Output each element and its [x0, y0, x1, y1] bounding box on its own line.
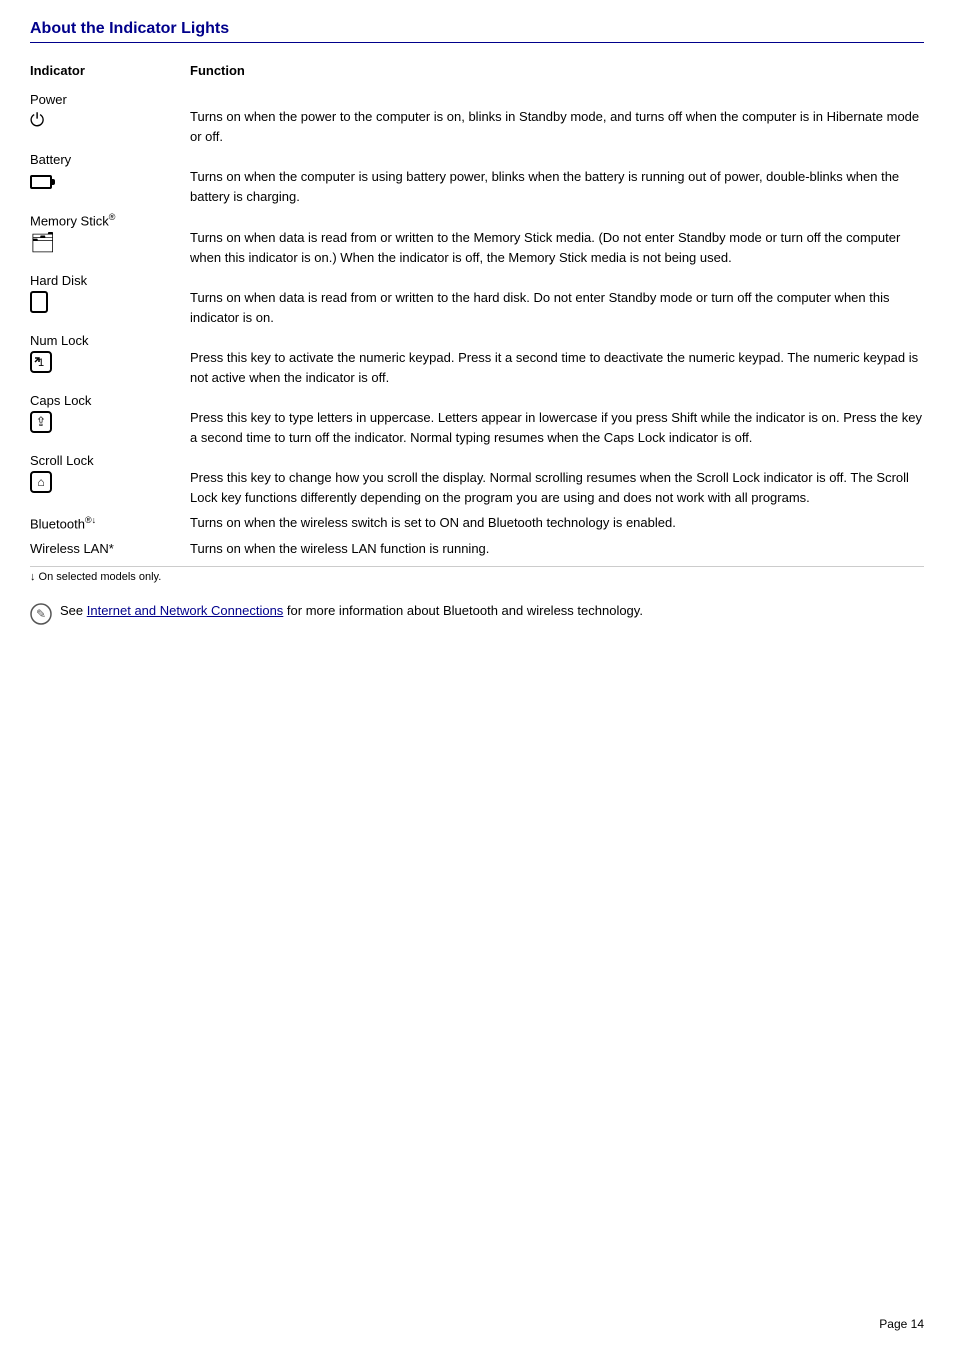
row-power: Turns on when the power to the computer … — [30, 107, 924, 146]
label-harddisk: Hard Disk — [30, 273, 924, 288]
col-function-header: Function — [190, 63, 245, 78]
icon-battery — [30, 167, 190, 192]
section-battery: Battery Turns on when the computer is us… — [30, 152, 924, 206]
label-bluetooth: Bluetooth®↓ — [30, 513, 190, 531]
svg-text:✎: ✎ — [36, 607, 46, 621]
label-scrolllock: Scroll Lock — [30, 453, 924, 468]
desc-power: Turns on when the power to the computer … — [190, 107, 924, 146]
svg-text:⇪: ⇪ — [36, 414, 47, 429]
desc-capslock: Press this key to type letters in upperc… — [190, 408, 924, 447]
section-bluetooth: Bluetooth®↓ Turns on when the wireless s… — [30, 513, 924, 533]
label-memorystick: Memory Stick® — [30, 212, 924, 228]
row-scrolllock: ⌂ Press this key to change how you scrol… — [30, 468, 924, 507]
footnote: ↓ On selected models only. — [30, 566, 924, 583]
icon-numlock: 1 — [30, 348, 190, 373]
section-harddisk: Hard Disk Turns on when data is read fro… — [30, 273, 924, 327]
label-power: Power — [30, 92, 924, 107]
section-numlock: Num Lock 1 Press this key to activate th… — [30, 333, 924, 387]
row-harddisk: Turns on when data is read from or writt… — [30, 288, 924, 327]
col-indicator-header: Indicator — [30, 63, 190, 78]
section-scrolllock: Scroll Lock ⌂ Press this key to change h… — [30, 453, 924, 507]
section-memorystick: Memory Stick® 🗂 Turns on when data is re… — [30, 212, 924, 267]
label-numlock: Num Lock — [30, 333, 924, 348]
desc-wirelesslan: Turns on when the wireless LAN function … — [190, 539, 924, 559]
icon-memorystick: 🗂 — [30, 228, 190, 255]
note-text-after: for more information about Bluetooth and… — [283, 603, 643, 618]
row-capslock: ⇪ Press this key to type letters in uppe… — [30, 408, 924, 447]
row-battery: Turns on when the computer is using batt… — [30, 167, 924, 206]
label-wirelesslan: Wireless LAN* — [30, 539, 190, 556]
page-number: Page 14 — [879, 1317, 924, 1331]
row-memorystick: 🗂 Turns on when data is read from or wri… — [30, 228, 924, 267]
desc-memorystick: Turns on when data is read from or writt… — [190, 228, 924, 267]
note-text-before: See — [60, 603, 87, 618]
footnote-text: ↓ On selected models only. — [30, 571, 161, 583]
row-numlock: 1 Press this key to activate the numeric… — [30, 348, 924, 387]
row-bluetooth: Bluetooth®↓ Turns on when the wireless s… — [30, 513, 924, 533]
icon-scrolllock: ⌂ — [30, 468, 190, 493]
desc-scrolllock: Press this key to change how you scroll … — [190, 468, 924, 507]
icon-capslock: ⇪ — [30, 408, 190, 433]
section-power: Power Turns on when the power to the com… — [30, 92, 924, 146]
desc-battery: Turns on when the computer is using batt… — [190, 167, 924, 206]
icon-power — [30, 107, 190, 132]
icon-harddisk — [30, 288, 190, 313]
label-capslock: Caps Lock — [30, 393, 924, 408]
desc-harddisk: Turns on when data is read from or writt… — [190, 288, 924, 327]
section-wirelesslan: Wireless LAN* Turns on when the wireless… — [30, 539, 924, 559]
label-battery: Battery — [30, 152, 924, 167]
note-link[interactable]: Internet and Network Connections — [87, 603, 284, 618]
note-text: See Internet and Network Connections for… — [60, 603, 643, 618]
table-header: Indicator Function — [30, 59, 924, 82]
note-icon: ✎ — [30, 603, 52, 630]
svg-text:⌂: ⌂ — [37, 475, 44, 489]
page-title: About the Indicator Lights — [30, 20, 924, 43]
note-box: ✎ See Internet and Network Connections f… — [30, 603, 924, 630]
desc-bluetooth: Turns on when the wireless switch is set… — [190, 513, 924, 533]
desc-numlock: Press this key to activate the numeric k… — [190, 348, 924, 387]
section-capslock: Caps Lock ⇪ Press this key to type lette… — [30, 393, 924, 447]
row-wirelesslan: Wireless LAN* Turns on when the wireless… — [30, 539, 924, 559]
